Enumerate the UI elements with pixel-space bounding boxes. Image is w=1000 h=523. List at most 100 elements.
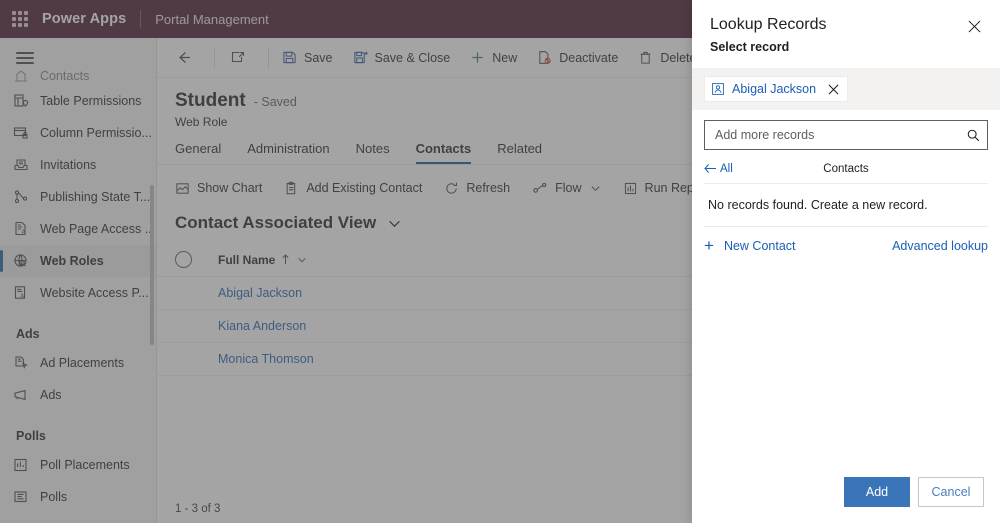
brand-divider xyxy=(140,10,142,28)
sort-up-icon xyxy=(281,254,290,265)
sidebar-item-ad-placements[interactable]: Ad Placements xyxy=(0,347,156,379)
chevron-down-icon xyxy=(590,183,601,194)
app-root: Power Apps Portal Management Contacts Ta… xyxy=(0,0,1000,523)
waffle-grid-icon[interactable] xyxy=(0,0,40,38)
open-in-new-window-button[interactable] xyxy=(218,38,265,78)
command-label: Refresh xyxy=(466,181,511,195)
save-icon xyxy=(282,50,297,65)
select-all-circle-icon[interactable] xyxy=(175,251,192,268)
show-chart-button[interactable]: Show Chart xyxy=(175,169,276,207)
search-input[interactable] xyxy=(715,128,966,142)
poll-placements-icon xyxy=(12,456,30,474)
view-name: Contact Associated View xyxy=(175,213,377,232)
app-name-label[interactable]: Portal Management xyxy=(155,12,268,27)
flow-button[interactable]: Flow xyxy=(532,169,614,207)
tab-contacts[interactable]: Contacts xyxy=(415,141,484,164)
lookup-search-box[interactable] xyxy=(704,120,988,150)
plus-icon: + xyxy=(704,235,714,255)
sidebar-item-label: Table Permissions xyxy=(40,94,142,108)
svg-text:A: A xyxy=(20,293,24,299)
lookup-panel-header: Lookup Records Select record xyxy=(692,0,1000,54)
tab-administration[interactable]: Administration xyxy=(247,141,341,164)
deactivate-icon xyxy=(537,50,552,65)
sidebar-item-web-roles[interactable]: Web Roles xyxy=(0,245,156,277)
add-existing-contact-button[interactable]: Add Existing Contact xyxy=(284,169,436,207)
close-icon[interactable] xyxy=(960,12,988,40)
contact-link[interactable]: Abigal Jackson xyxy=(218,286,302,300)
website-access-icon: A xyxy=(12,284,30,302)
command-label: Flow xyxy=(555,181,582,195)
search-icon[interactable] xyxy=(966,128,981,143)
selected-records-band: Abigal Jackson xyxy=(692,68,1000,110)
sidebar-item-column-permissions[interactable]: Column Permissio... xyxy=(0,117,156,149)
sidebar-item-contacts[interactable]: Contacts xyxy=(0,67,156,85)
tab-notes[interactable]: Notes xyxy=(356,141,402,164)
all-entities-link[interactable]: All xyxy=(704,163,733,175)
selected-record-chip[interactable]: Abigal Jackson xyxy=(704,76,849,102)
sidebar-item-label: Web Page Access ... xyxy=(40,222,156,236)
sidebar-item-poll-placements[interactable]: Poll Placements xyxy=(0,449,156,481)
contact-link[interactable]: Monica Thomson xyxy=(218,352,314,366)
polls-icon xyxy=(12,488,30,506)
sidebar-item-invitations[interactable]: Invitations xyxy=(0,149,156,181)
command-label: Add Existing Contact xyxy=(306,181,423,195)
tab-general[interactable]: General xyxy=(175,141,233,164)
new-contact-button[interactable]: + New Contact xyxy=(704,236,796,256)
back-arrow-icon xyxy=(704,163,717,174)
ad-placements-icon xyxy=(12,354,30,372)
open-in-new-window-icon xyxy=(230,50,246,66)
chip-label: Abigal Jackson xyxy=(732,82,817,96)
tab-related[interactable]: Related xyxy=(497,141,554,164)
lookup-records-panel: Lookup Records Select record Abigal Jack… xyxy=(692,0,1000,523)
new-button[interactable]: New xyxy=(460,38,527,78)
command-label: New xyxy=(492,50,518,65)
column-permissions-icon xyxy=(12,124,30,142)
contact-link[interactable]: Kiana Anderson xyxy=(218,319,306,333)
sidebar-scrollbar[interactable] xyxy=(150,185,154,345)
command-label: Show Chart xyxy=(197,181,263,195)
save-button[interactable]: Save xyxy=(272,38,343,78)
save-and-close-icon xyxy=(353,50,368,65)
ads-icon xyxy=(12,386,30,404)
grid-record-count: 1 - 3 of 3 xyxy=(175,503,221,515)
svg-text:A: A xyxy=(22,230,26,236)
subgrid-refresh-button[interactable]: Refresh xyxy=(444,169,524,207)
sidebar-item-label: Website Access P... xyxy=(40,286,149,300)
save-and-close-button[interactable]: Save & Close xyxy=(343,38,461,78)
sidebar-item-label: Publishing State T... xyxy=(40,190,151,204)
sidebar-item-polls[interactable]: Polls xyxy=(0,481,156,513)
close-icon[interactable] xyxy=(826,84,841,95)
sidebar-item-table-permissions[interactable]: Table Permissions xyxy=(0,85,156,117)
sidebar-group-administration: Administration xyxy=(0,513,156,523)
sidebar-scroll-area: Contacts Table Permissions Column Permis… xyxy=(0,67,156,519)
new-contact-label: New Contact xyxy=(723,238,796,253)
web-roles-icon xyxy=(12,252,30,270)
sidebar-item-label: Web Roles xyxy=(40,254,104,268)
add-button[interactable]: Add xyxy=(844,477,910,507)
sidebar-item-web-page-access[interactable]: A Web Page Access ... xyxy=(0,213,156,245)
advanced-lookup-link[interactable]: Advanced lookup xyxy=(892,239,988,253)
sidebar-group-ads: Ads xyxy=(16,327,40,341)
contacts-icon xyxy=(12,67,30,85)
brand-label[interactable]: Power Apps xyxy=(40,11,126,27)
table-permissions-icon xyxy=(12,92,30,110)
sidebar-item-label: Column Permissio... xyxy=(40,126,152,140)
deactivate-button[interactable]: Deactivate xyxy=(527,38,628,78)
trash-icon xyxy=(638,50,653,65)
web-page-access-icon: A xyxy=(12,220,30,238)
sidebar-item-website-access-permissions[interactable]: A Website Access P... xyxy=(0,277,156,309)
lookup-panel-footer: Add Cancel xyxy=(692,477,1000,523)
command-divider xyxy=(214,46,215,69)
save-status: - Saved xyxy=(253,95,297,109)
cancel-button[interactable]: Cancel xyxy=(918,477,984,507)
sidebar-item-label: Ads xyxy=(40,388,62,402)
sidebar-item-publishing-state-transitions[interactable]: Publishing State T... xyxy=(0,181,156,213)
flow-icon xyxy=(532,180,548,196)
back-button[interactable] xyxy=(163,38,211,78)
entity-filter-label: Contacts xyxy=(823,162,869,175)
chevron-down-icon xyxy=(297,255,307,265)
lookup-panel-subtitle: Select record xyxy=(710,40,790,54)
column-header-full-name[interactable]: Full Name xyxy=(218,253,307,267)
command-label: Save & Close xyxy=(374,50,451,65)
sidebar-item-ads[interactable]: Ads xyxy=(0,379,156,411)
